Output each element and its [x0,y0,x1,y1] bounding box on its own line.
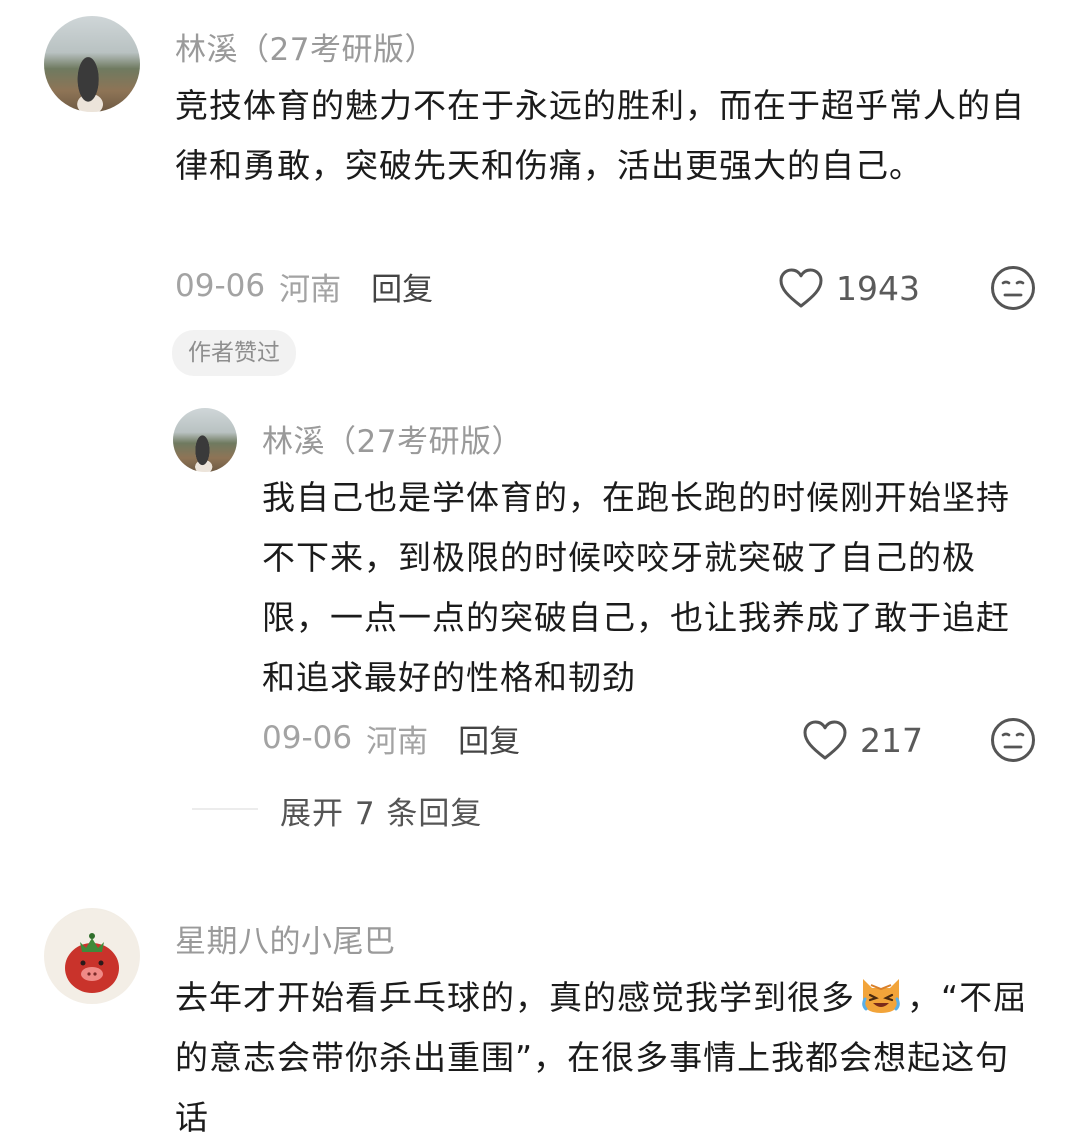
like-button[interactable]: 217 [802,716,923,764]
crying-cat-emoji [857,973,905,1017]
neutral-face-icon[interactable] [990,265,1036,311]
heart-outline-icon [803,720,847,760]
comment-author[interactable]: 林溪（27考研版） [262,416,523,461]
comment-location: 河南 [279,271,342,308]
comment-meta: 09-06 河南 回复 [262,716,520,760]
like-button[interactable]: 1943 [778,264,920,312]
comment-text: 竞技体育的魅力不在于永远的胜利，而在于超乎常人的自律和勇敢，突破先天和伤痛，活出… [175,86,1025,185]
avatar[interactable] [173,408,237,472]
expand-replies-button[interactable]: 展开 7 条回复 [280,788,482,833]
comment-date: 09-06 [262,720,353,756]
comment-text-part: 去年才开始看乒乓球的，真的感觉我学到很多 [175,978,855,1017]
reply-button[interactable]: 回复 [458,716,520,761]
author-liked-badge: 作者赞过 [172,330,296,376]
comment-author[interactable]: 星期八的小尾巴 [175,916,396,961]
avatar[interactable] [44,16,140,112]
reply-button[interactable]: 回复 [371,264,433,309]
neutral-face-icon[interactable] [990,717,1036,763]
like-count: 1943 [836,268,920,308]
heart-outline-icon [779,268,823,308]
comment-meta: 09-06 河南 回复 [175,264,433,308]
comment-location: 河南 [366,723,429,760]
tomato-character-icon [65,933,119,993]
comment-date: 09-06 [175,268,266,304]
comment-text: 去年才开始看乒乓球的，真的感觉我学到很多 ，“不屈的意志会带你杀出重围”，在很多… [175,968,1035,1148]
like-count: 217 [860,720,923,760]
avatar[interactable] [44,908,140,1004]
comment-author[interactable]: 林溪（27考研版） [175,24,436,69]
comment-text: 我自己也是学体育的，在跑长跑的时候刚开始坚持不下来，到极限的时候咬咬牙就突破了自… [262,478,1010,697]
expand-divider [192,808,258,810]
